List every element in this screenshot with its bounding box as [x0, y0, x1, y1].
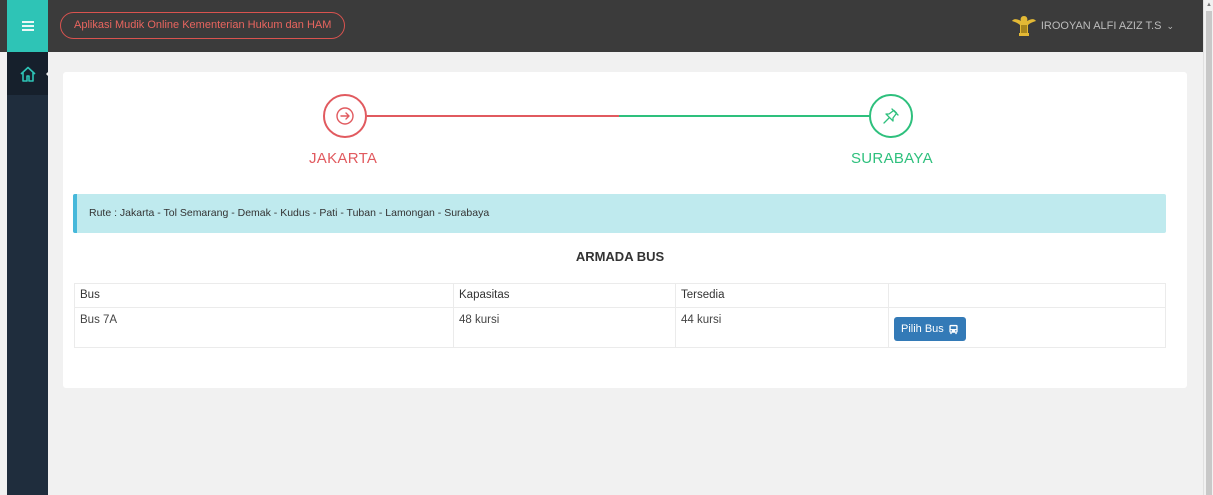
garuda-emblem-icon	[1011, 16, 1036, 36]
bus-icon	[949, 324, 958, 334]
column-header-available: Tersedia	[675, 283, 889, 308]
sidebar	[7, 52, 52, 495]
column-header-action	[888, 283, 1166, 308]
action-cell: Pilih Bus	[888, 307, 1166, 348]
column-header-bus: Bus	[74, 283, 454, 308]
route-card: JAKARTA SURABAYA Rute : Jakarta - Tol Se…	[63, 72, 1187, 388]
fleet-table: Bus Kapasitas Tersedia Bus 7A 48 kursi 4…	[74, 283, 1166, 348]
route-info-alert: Rute : Jakarta - Tol Semarang - Demak - …	[73, 194, 1166, 233]
origin-marker	[323, 94, 367, 138]
column-header-capacity: Kapasitas	[453, 283, 676, 308]
destination-city: SURABAYA	[851, 150, 933, 167]
scrollbar-thumb[interactable]	[1206, 11, 1212, 495]
available-cell: 44 kursi	[675, 307, 889, 348]
app-title-link[interactable]: Aplikasi Mudik Online Kementerian Hukum …	[60, 12, 346, 39]
select-bus-label: Pilih Bus	[901, 323, 944, 335]
user-menu-dropdown[interactable]: IROOYAN ALFI AZIZ T.S ⌄	[1011, 11, 1174, 41]
capacity-cell: 48 kursi	[453, 307, 676, 348]
vertical-scrollbar[interactable]: ▲	[1203, 0, 1213, 495]
route-line-destination	[619, 115, 871, 117]
bus-name-cell: Bus 7A	[74, 307, 454, 348]
hamburger-icon	[21, 25, 34, 27]
chevron-down-icon: ⌄	[1166, 20, 1174, 31]
table-row: Bus 7A 48 kursi 44 kursi Pilih Bus	[74, 307, 1166, 348]
select-bus-button[interactable]: Pilih Bus	[894, 317, 966, 341]
home-icon	[19, 66, 36, 82]
pin-icon	[883, 108, 899, 124]
origin-city: JAKARTA	[309, 150, 378, 167]
top-navbar: Aplikasi Mudik Online Kementerian Hukum …	[0, 0, 1203, 52]
fleet-title: ARMADA BUS	[575, 249, 665, 264]
table-header-row: Bus Kapasitas Tersedia	[74, 283, 1166, 308]
active-indicator	[46, 68, 52, 80]
arrow-circle-right-icon	[336, 107, 354, 125]
user-name: IROOYAN ALFI AZIZ T.S	[1040, 20, 1162, 32]
destination-marker	[869, 94, 913, 138]
sidebar-item-home[interactable]	[7, 52, 48, 95]
hamburger-menu-button[interactable]	[7, 0, 48, 52]
route-line-origin	[367, 115, 619, 117]
scroll-up-arrow-icon[interactable]: ▲	[1206, 2, 1212, 8]
